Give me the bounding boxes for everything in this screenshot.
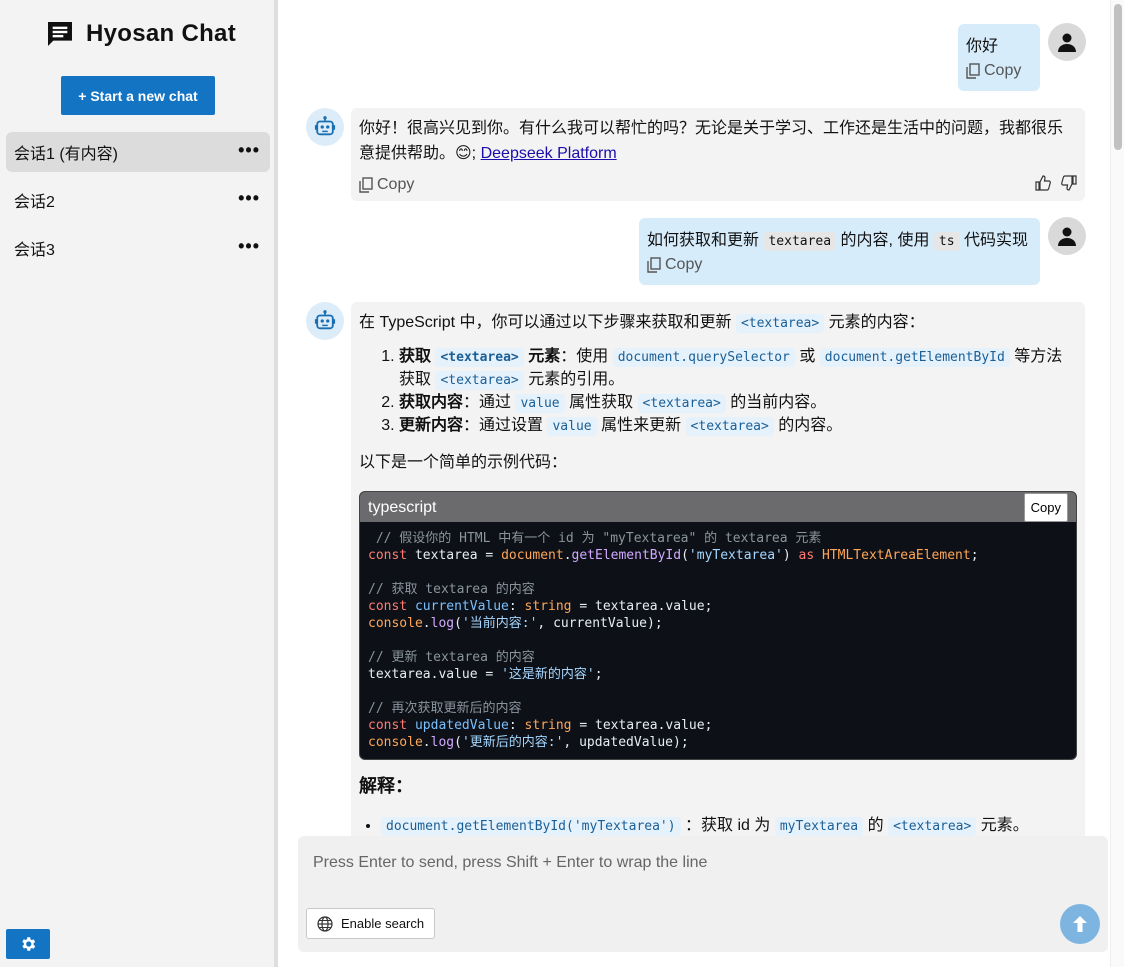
code-block: typescript Copy // 假设你的 HTML 中有一个 id 为 "…: [359, 491, 1077, 760]
chat-area: 你好 Copy 你好！很高兴见到你。有什么我可以帮忙的吗？无论是关于学习、工作还…: [282, 0, 1124, 967]
send-button[interactable]: [1060, 904, 1100, 944]
code-copy-button[interactable]: Copy: [1023, 492, 1068, 522]
robot-icon: [314, 310, 336, 330]
code-block-header: typescript Copy: [360, 492, 1076, 522]
user-avatar: [1048, 217, 1086, 255]
intro-paragraph: 在 TypeScript 中，你可以通过以下步骤来获取和更新 <textarea…: [359, 314, 925, 333]
bot-avatar: [306, 302, 344, 340]
chat-logo-icon: [48, 22, 72, 46]
bot-message: 在 TypeScript 中，你可以通过以下步骤来获取和更新 <textarea…: [351, 302, 1085, 862]
deepseek-link[interactable]: Deepseek Platform: [481, 145, 617, 162]
list-item: 更新内容：通过设置 value 属性来更新 <textarea> 的内容。: [399, 415, 1077, 438]
more-options-icon[interactable]: •••: [238, 236, 260, 257]
new-chat-button[interactable]: + Start a new chat: [61, 76, 215, 115]
scroll-thumb[interactable]: [1114, 4, 1122, 150]
conversation-label: 会话2: [14, 194, 55, 211]
conversation-item-3[interactable]: 会话3 •••: [6, 228, 270, 268]
conversation-item-2[interactable]: 会话2 •••: [6, 180, 270, 220]
enable-search-label: Enable search: [341, 916, 425, 931]
code-language: typescript: [368, 498, 437, 516]
code-intro: 以下是一个简单的示例代码：: [359, 454, 568, 471]
copy-icon: [359, 176, 373, 193]
conversation-item-1[interactable]: 会话1 (有内容) •••: [6, 132, 270, 172]
copy-button[interactable]: Copy: [359, 172, 1077, 197]
enable-search-button[interactable]: Enable search: [306, 908, 435, 939]
user-message: 如何获取和更新 textarea 的内容, 使用 ts 代码实现 Copy: [639, 218, 1040, 285]
message-text: 如何获取和更新 textarea 的内容, 使用 ts 代码实现: [647, 232, 1029, 251]
list-item: 获取内容：通过 value 属性获取 <textarea> 的当前内容。: [399, 392, 1077, 415]
sidebar: Hyosan Chat + Start a new chat 会话1 (有内容)…: [0, 0, 278, 967]
brand: Hyosan Chat: [44, 18, 236, 50]
bot-avatar: [306, 108, 344, 146]
message-text: 你好: [966, 38, 999, 55]
conversation-label: 会话1 (有内容): [14, 146, 119, 163]
copy-label: Copy: [377, 176, 415, 193]
copy-button[interactable]: Copy: [647, 256, 1032, 274]
user-icon: [1058, 33, 1076, 52]
conversation-label: 会话3: [14, 242, 55, 259]
message-composer[interactable]: Press Enter to send, press Shift + Enter…: [298, 836, 1108, 952]
robot-icon: [314, 116, 336, 136]
copy-label: Copy: [984, 62, 1022, 79]
thumbs-up-icon[interactable]: [1035, 175, 1051, 191]
thumbs-down-icon[interactable]: [1061, 175, 1077, 191]
list-item: 获取 <textarea> 元素：使用 document.querySelect…: [399, 346, 1077, 392]
copy-icon: [966, 63, 980, 79]
more-options-icon[interactable]: •••: [238, 140, 260, 161]
app-title: Hyosan Chat: [86, 20, 236, 47]
globe-icon: [317, 915, 333, 932]
user-message: 你好 Copy: [958, 24, 1040, 91]
more-options-icon[interactable]: •••: [238, 188, 260, 209]
copy-label: Copy: [665, 256, 703, 273]
explanation-heading: 解释：: [359, 776, 413, 796]
message-input-placeholder[interactable]: Press Enter to send, press Shift + Enter…: [313, 854, 707, 872]
copy-button[interactable]: Copy: [966, 62, 1032, 80]
arrow-up-icon: [1073, 916, 1087, 932]
scrollbar[interactable]: [1110, 0, 1124, 967]
copy-icon: [647, 257, 661, 273]
user-avatar: [1048, 23, 1086, 61]
message-text: 你好！很高兴见到你。有什么我可以帮忙的吗？无论是关于学习、工作还是生活中的问题，…: [359, 120, 1064, 162]
steps-list: 获取 <textarea> 元素：使用 document.querySelect…: [399, 346, 1077, 438]
code-content: // 假设你的 HTML 中有一个 id 为 "myTextarea" 的 te…: [368, 531, 979, 750]
user-icon: [1058, 227, 1076, 246]
settings-button[interactable]: [6, 929, 50, 959]
gear-icon: [22, 937, 36, 951]
bot-message: 你好！很高兴见到你。有什么我可以帮忙的吗？无论是关于学习、工作还是生活中的问题，…: [351, 108, 1085, 201]
